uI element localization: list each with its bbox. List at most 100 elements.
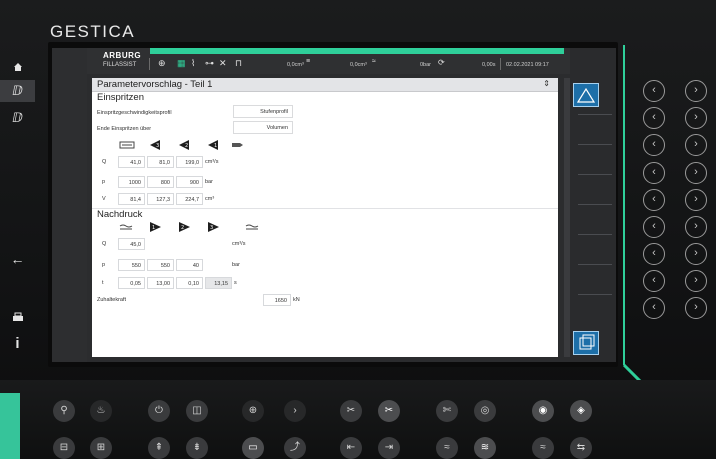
heating-icon[interactable]: ♨ xyxy=(90,400,112,422)
gauge-icon[interactable]: ◎ xyxy=(474,400,496,422)
softkey-right-3[interactable]: › xyxy=(685,134,707,156)
hold-Q-unit: cm³/s xyxy=(232,241,246,247)
clamp-force-input[interactable]: 1650 xyxy=(263,294,291,306)
softkey-left-6[interactable]: ‹ xyxy=(643,216,665,238)
toolbar-divider xyxy=(578,174,612,175)
hold-t-3[interactable]: 0,10 xyxy=(176,277,203,289)
nozzle-icon[interactable]: ⚲ xyxy=(53,400,75,422)
softkey-right-5[interactable]: › xyxy=(685,189,707,211)
cycle-key-icon[interactable]: ⇆ xyxy=(570,437,592,459)
hold-stage-1-icon: 1 xyxy=(150,222,161,232)
thermometer-icon[interactable]: ⌇ xyxy=(191,58,195,69)
print-icon[interactable] xyxy=(0,306,35,328)
dosing-icon[interactable]: ≈ xyxy=(436,437,458,459)
mold-icon[interactable]: ⊓ xyxy=(235,58,242,69)
softkey-left-1[interactable]: ‹ xyxy=(643,80,665,102)
header-value-3: 0bar xyxy=(420,62,432,68)
grid-icon[interactable]: ▦ xyxy=(177,58,186,69)
inj-p-3[interactable]: 1000 xyxy=(118,176,145,188)
hold-p-3[interactable]: 40 xyxy=(176,259,203,271)
hold-row-key-p: p xyxy=(102,262,106,268)
softkey-left-3[interactable]: ‹ xyxy=(643,134,665,156)
tool-change-icon[interactable]: ✂ xyxy=(340,400,362,422)
mold-open-icon[interactable]: ⊞ xyxy=(90,437,112,459)
purge-icon[interactable]: ≈ xyxy=(532,437,554,459)
softkey-left-5[interactable]: ‹ xyxy=(643,189,665,211)
nav-item-1[interactable]: ⅅ xyxy=(0,80,35,102)
svg-text:3: 3 xyxy=(210,225,213,231)
power-icon[interactable]: ⏻ xyxy=(148,400,170,422)
start-icon[interactable]: ◈ xyxy=(570,400,592,422)
softkey-right-1[interactable]: › xyxy=(685,80,707,102)
key-icon[interactable]: ⊶ xyxy=(205,58,214,69)
switchover-icon xyxy=(232,143,243,147)
softkey-left-7[interactable]: ‹ xyxy=(643,243,665,265)
softkey-right-9[interactable]: › xyxy=(685,297,707,319)
injection-forward-icon[interactable]: ⇤ xyxy=(340,437,362,459)
decompression-icon[interactable]: ≋ xyxy=(474,437,496,459)
step-icon[interactable]: ⊕ xyxy=(242,400,264,422)
brand-label: GESTICA xyxy=(50,22,136,41)
softkey-right-2[interactable]: › xyxy=(685,107,707,129)
softkey-right-8[interactable]: › xyxy=(685,270,707,292)
profile-select[interactable]: Stufenprofil xyxy=(233,105,293,118)
softkey-right-7[interactable]: › xyxy=(685,243,707,265)
ejector-forward-icon[interactable]: ⇞ xyxy=(148,437,170,459)
hold-t-1[interactable]: 0,05 xyxy=(118,277,145,289)
info-icon[interactable]: i xyxy=(0,333,35,355)
softkey-right-6[interactable]: › xyxy=(685,216,707,238)
screw-icon[interactable]: ▭ xyxy=(242,437,264,459)
end-injection-label: Ende Einspritzen über xyxy=(97,126,152,132)
softkey-left-9[interactable]: ‹ xyxy=(643,297,665,319)
hold-stage-3-icon: 3 xyxy=(208,222,219,232)
inj-V-3[interactable]: 81,4 xyxy=(118,193,145,205)
export-icon[interactable] xyxy=(573,331,599,355)
toolbar-divider xyxy=(578,204,612,205)
inj-Q-3[interactable]: 41,0 xyxy=(118,156,145,168)
back-arrow-icon[interactable]: ← xyxy=(0,248,35,270)
chevron-updown-icon[interactable]: ⇕ xyxy=(543,79,550,88)
hold-stage-2-icon: 2 xyxy=(179,222,190,232)
inj-V-unit: cm³ xyxy=(205,196,215,202)
inj-Q-2[interactable]: 81,0 xyxy=(147,156,174,168)
softkey-right-4[interactable]: › xyxy=(685,162,707,184)
hold-t-2[interactable]: 13,00 xyxy=(147,277,174,289)
holding-pressure-icon: ≈ xyxy=(372,58,376,65)
end-injection-select[interactable]: Volumen xyxy=(233,121,293,134)
stage-2-icon: 2 xyxy=(179,140,189,150)
scissors-icon[interactable]: ✄ xyxy=(436,400,458,422)
ejector-back-icon[interactable]: ⇟ xyxy=(186,437,208,459)
status-bar-accent xyxy=(150,48,564,54)
inj-p-2[interactable]: 800 xyxy=(147,176,174,188)
toolbar-divider xyxy=(578,234,612,235)
inj-p-unit: bar xyxy=(205,179,213,185)
cut-icon[interactable]: ✂ xyxy=(378,400,400,422)
softkey-left-8[interactable]: ‹ xyxy=(643,270,665,292)
tool-icon[interactable]: ✕ xyxy=(219,58,227,69)
arburg-logo: ARBURG xyxy=(103,51,142,60)
globe-icon[interactable]: ⊕ xyxy=(158,58,166,69)
motor-icon[interactable]: ◫ xyxy=(186,400,208,422)
forward-icon[interactable]: › xyxy=(284,400,306,422)
inj-Q-unit: cm³/s xyxy=(205,159,219,165)
injection-back-icon[interactable]: ⇥ xyxy=(378,437,400,459)
inj-V-2[interactable]: 127,3 xyxy=(147,193,174,205)
inj-V-1[interactable]: 224,7 xyxy=(176,193,203,205)
edit-mode-icon[interactable] xyxy=(573,83,599,107)
softkey-left-4[interactable]: ‹ xyxy=(643,162,665,184)
mold-close-icon[interactable]: ⊟ xyxy=(53,437,75,459)
hold-p-2[interactable]: 550 xyxy=(147,259,174,271)
hold-Q-1[interactable]: 45,0 xyxy=(118,238,145,250)
nozzle-forward-icon[interactable]: ⤴ xyxy=(284,437,306,459)
assist-label: FILLASSIST xyxy=(103,62,137,68)
softkey-left-2[interactable]: ‹ xyxy=(643,107,665,129)
target-icon[interactable]: ◉ xyxy=(532,400,554,422)
nav-item-2[interactable]: ⅅ xyxy=(0,107,35,129)
header-separator xyxy=(149,58,150,70)
home-icon[interactable] xyxy=(0,56,35,78)
inj-p-1[interactable]: 900 xyxy=(176,176,203,188)
row-key-p: p xyxy=(102,179,106,185)
inj-Q-1[interactable]: 199,0 xyxy=(176,156,203,168)
toolbar-divider xyxy=(578,114,612,115)
hold-p-1[interactable]: 550 xyxy=(118,259,145,271)
